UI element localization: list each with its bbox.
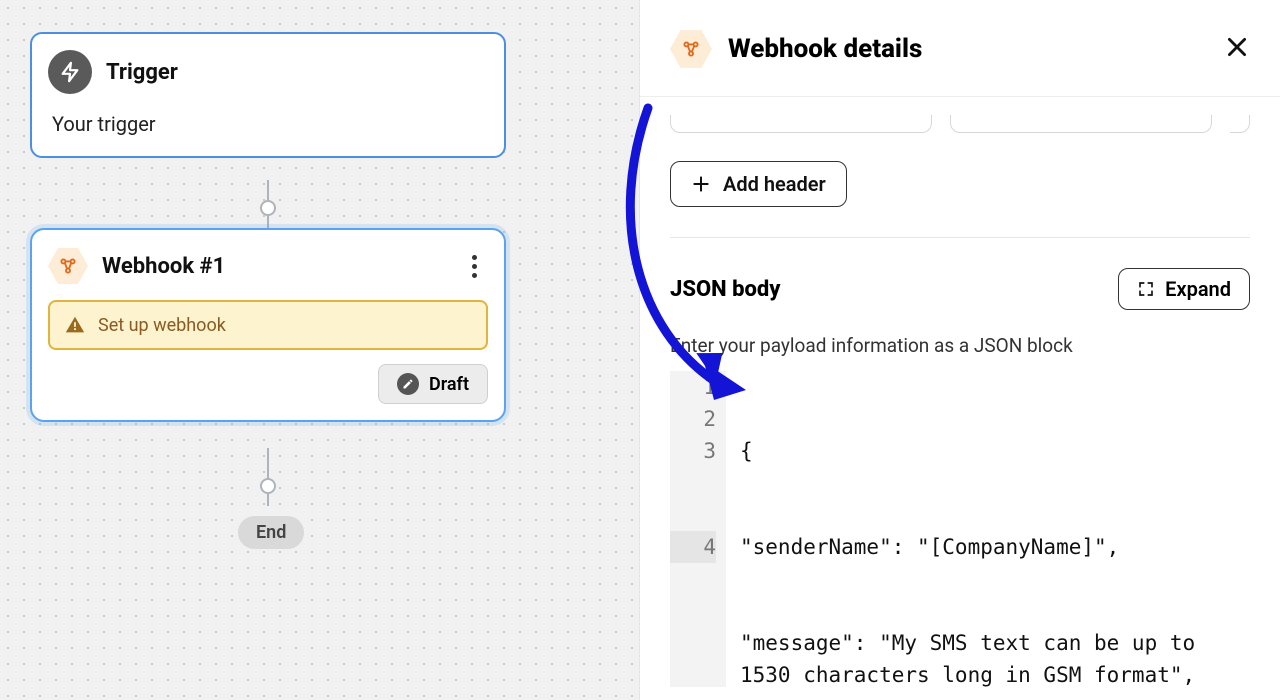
connector-line [267,448,269,506]
json-description: Enter your payload information as a JSON… [670,334,1250,357]
pencil-icon [397,373,419,395]
webhook-node[interactable]: Webhook #1 Set up webhook Draft [30,228,506,422]
expand-button[interactable]: Expand [1118,268,1250,310]
draft-button[interactable]: Draft [378,364,488,404]
expand-label: Expand [1165,277,1231,301]
header-remove-button[interactable] [1230,115,1250,133]
trigger-node[interactable]: Trigger Your trigger [30,32,506,158]
end-node: End [238,516,304,549]
json-body-title: JSON body [670,277,781,302]
header-inputs-row [670,115,1250,133]
webhook-icon [670,28,712,70]
expand-icon [1137,280,1155,298]
add-header-button[interactable]: Add header [670,161,847,207]
header-value-input[interactable] [950,115,1212,133]
json-editor[interactable]: 1 2 3 4 { "senderName": "[CompanyName]",… [670,371,1250,687]
divider [670,237,1250,238]
trigger-title: Trigger [106,60,178,85]
line-number: 1 [670,371,716,403]
draft-label: Draft [429,374,469,395]
code-line: { [740,435,1246,467]
close-icon[interactable] [1224,34,1250,64]
code-line: "senderName": "[CompanyName]", [740,531,1246,563]
trigger-description: Your trigger [48,112,488,140]
connector-handle[interactable] [260,478,276,494]
webhook-title: Webhook #1 [102,254,446,279]
code-area[interactable]: { "senderName": "[CompanyName]", "messag… [726,371,1246,687]
panel-title: Webhook details [728,34,1208,64]
code-line: "message": "My SMS text can be up to 153… [740,627,1246,687]
warning-text: Set up webhook [98,315,226,336]
webhook-icon [48,246,88,286]
line-number: 3 [670,435,716,531]
line-gutter: 1 2 3 4 [670,371,726,687]
add-header-label: Add header [723,172,826,196]
header-key-input[interactable] [670,115,932,133]
setup-warning[interactable]: Set up webhook [48,300,488,350]
connector-handle[interactable] [260,200,276,216]
warning-icon [64,314,86,336]
lightning-icon [48,50,92,94]
line-number: 4 [670,531,716,563]
workflow-canvas[interactable]: Trigger Your trigger Webhook #1 [0,0,640,700]
line-number: 2 [670,403,716,435]
details-panel: Webhook details Add header JSON body [640,0,1280,700]
kebab-menu-icon[interactable] [460,252,488,280]
plus-icon [691,174,711,194]
